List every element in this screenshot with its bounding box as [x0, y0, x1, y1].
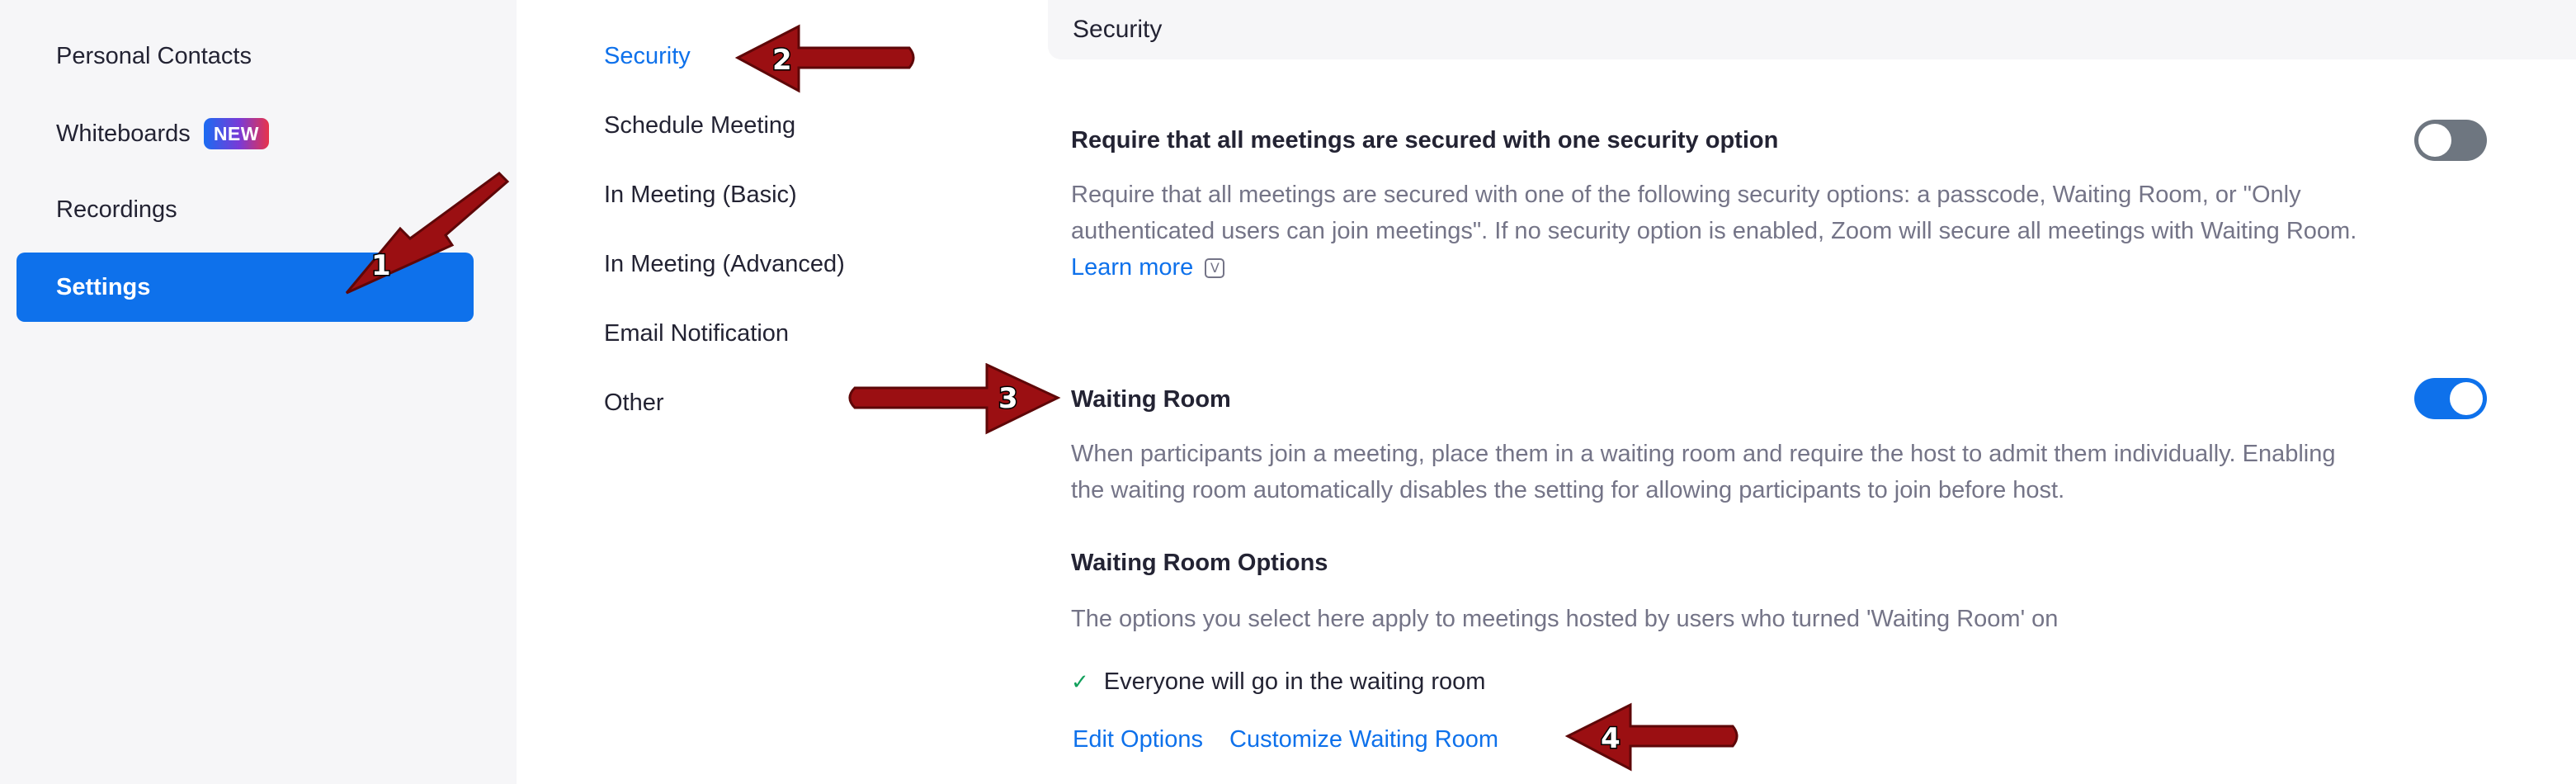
nav-other[interactable]: Other	[604, 388, 664, 418]
new-badge: NEW	[203, 118, 269, 149]
waiting-room-options-description: The options you select here apply to mee…	[1071, 606, 2059, 632]
require-security-text: Require that all meetings are secured wi…	[1071, 182, 2357, 244]
sidebar-item-label: Recordings	[56, 196, 177, 223]
sidebar-item-label: Personal Contacts	[56, 42, 252, 69]
annotation-arrow-3: 3	[842, 363, 1064, 437]
selected-option-row: ✓ Everyone will go in the waiting room	[1071, 668, 1485, 696]
check-icon: ✓	[1071, 669, 1089, 695]
info-icon[interactable]: V	[1205, 258, 1225, 279]
annotation-number: 2	[772, 44, 792, 77]
waiting-room-title: Waiting Room	[1071, 386, 1231, 413]
section-header: Security	[1048, 0, 2576, 59]
sidebar-item-label: Whiteboards	[56, 120, 191, 147]
nav-in-meeting-advanced[interactable]: In Meeting (Advanced)	[604, 249, 845, 279]
require-security-description: Require that all meetings are secured wi…	[1071, 177, 2358, 286]
sidebar-item-personal-contacts[interactable]: Personal Contacts	[17, 21, 474, 91]
waiting-room-description: When participants join a meeting, place …	[1071, 441, 2336, 503]
require-security-title: Require that all meetings are secured wi…	[1071, 127, 1779, 153]
toggle-knob	[2418, 124, 2451, 157]
waiting-room-toggle[interactable]	[2414, 378, 2487, 419]
annotation-arrow-4: 4	[1564, 701, 1746, 776]
sidebar-item-whiteboards[interactable]: Whiteboards NEW	[17, 99, 474, 168]
edit-options-link[interactable]: Edit Options	[1073, 726, 1203, 753]
nav-email-notification[interactable]: Email Notification	[604, 319, 789, 348]
sidebar-item-label: Settings	[56, 273, 151, 300]
annotation-number: 3	[998, 382, 1018, 415]
customize-waiting-room-link[interactable]: Customize Waiting Room	[1229, 726, 1498, 753]
annotation-arrow-1: 1	[322, 169, 520, 301]
section-title: Security	[1073, 16, 1163, 43]
annotation-number: 1	[371, 249, 391, 282]
left-sidebar: Personal Contacts Whiteboards NEW Record…	[0, 0, 517, 784]
waiting-room-options-title: Waiting Room Options	[1071, 550, 1328, 576]
annotation-number: 4	[1601, 722, 1621, 755]
nav-in-meeting-basic[interactable]: In Meeting (Basic)	[604, 180, 797, 210]
nav-security[interactable]: Security	[604, 41, 691, 71]
toggle-knob	[2450, 382, 2483, 415]
selected-option-label: Everyone will go in the waiting room	[1103, 668, 1486, 695]
require-security-toggle[interactable]	[2414, 120, 2487, 161]
nav-schedule-meeting[interactable]: Schedule Meeting	[604, 111, 795, 140]
annotation-arrow-2: 2	[734, 23, 924, 97]
learn-more-link[interactable]: Learn more	[1071, 254, 1193, 281]
